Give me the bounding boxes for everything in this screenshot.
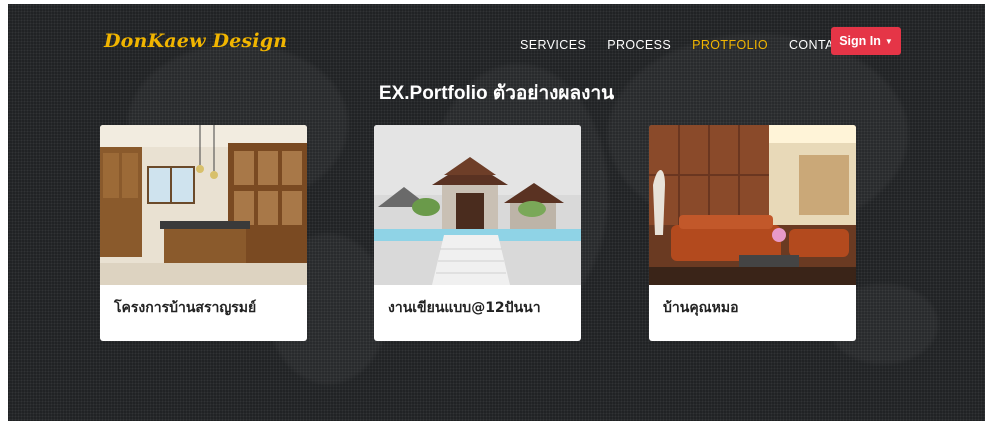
signin-button[interactable]: Sign In ▼: [831, 27, 901, 55]
portfolio-card-1[interactable]: โครงการบ้านสราญรมย์: [100, 125, 307, 341]
brand-logo[interactable]: DonKaew Design: [104, 30, 287, 52]
kitchen-image: [100, 125, 307, 285]
card-title: บ้านคุณหมอ: [663, 300, 739, 316]
signin-label: Sign In: [839, 34, 881, 48]
card-title: โครงการบ้านสราญรมย์: [114, 300, 257, 316]
portfolio-card-3[interactable]: บ้านคุณหมอ: [649, 125, 856, 341]
pavilion-image: [374, 125, 581, 285]
card-title: งานเขียนแบบ@12ปันนา: [388, 300, 541, 316]
portfolio-card-2[interactable]: งานเขียนแบบ@12ปันนา: [374, 125, 581, 341]
nav-process-link[interactable]: PROCESS: [607, 38, 671, 52]
living-room-image: [649, 125, 856, 285]
page-frame: DonKaew Design SERVICES PROCESS PROTFOLI…: [8, 4, 985, 421]
caret-down-icon: ▼: [884, 36, 893, 46]
nav-links: SERVICES PROCESS PROTFOLIO CONTACT: [520, 38, 872, 52]
section-title: EX.Portfolio ตัวอย่างผลงาน: [378, 83, 615, 104]
navbar: DonKaew Design SERVICES PROCESS PROTFOLI…: [8, 26, 985, 62]
nav-portfolio-link[interactable]: PROTFOLIO: [692, 38, 768, 52]
nav-services-link[interactable]: SERVICES: [520, 38, 586, 52]
